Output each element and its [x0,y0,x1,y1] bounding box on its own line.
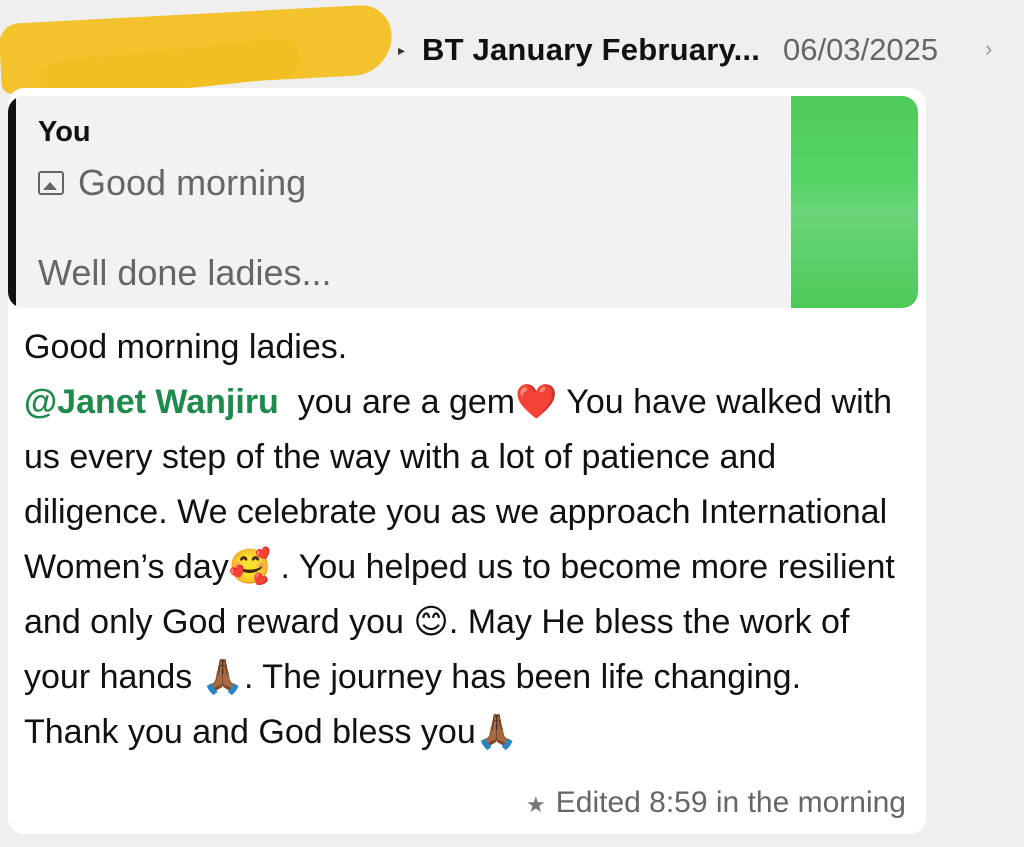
star-icon: ★ [526,793,546,818]
quoted-image-thumbnail[interactable] [791,96,918,308]
message-meta: ★ Edited 8:59 in the morning [526,786,906,820]
play-arrow-icon: ▸ [398,42,406,58]
quoted-message[interactable]: You Good morning Well done ladies... [8,96,918,308]
message-text: Good morning ladies. @Janet Wanjiru you … [24,320,904,760]
smiling-face-emoji-icon: 😊 [413,602,449,642]
smiling-face-hearts-emoji-icon: 🥰 [228,547,272,587]
message-line-1: Good morning ladies. [24,328,348,366]
edited-timestamp: Edited 8:59 in the morning [555,786,906,819]
quoted-text: Good morning [78,162,307,203]
chat-header: ▸ BT January February... 06/03/2025 › [0,0,1024,104]
group-name[interactable]: BT January February... [422,32,760,68]
quote-bar [8,96,16,308]
quoted-author: You [38,116,91,148]
mention-link[interactable]: @Janet Wanjiru [24,383,279,421]
chevron-right-icon[interactable]: › [985,36,992,62]
quoted-text-line-2: Well done ladies... [38,252,332,293]
folded-hands-emoji-icon-2: 🙏🏾 [475,712,519,752]
heart-emoji-icon: ❤️ [515,382,558,422]
message-date: 06/03/2025 [783,32,939,67]
message-text-a: you are a gem [297,383,516,421]
folded-hands-emoji-icon: 🙏🏾 [201,657,245,697]
image-icon [38,171,64,195]
quoted-text-line-1: Good morning [38,162,306,204]
